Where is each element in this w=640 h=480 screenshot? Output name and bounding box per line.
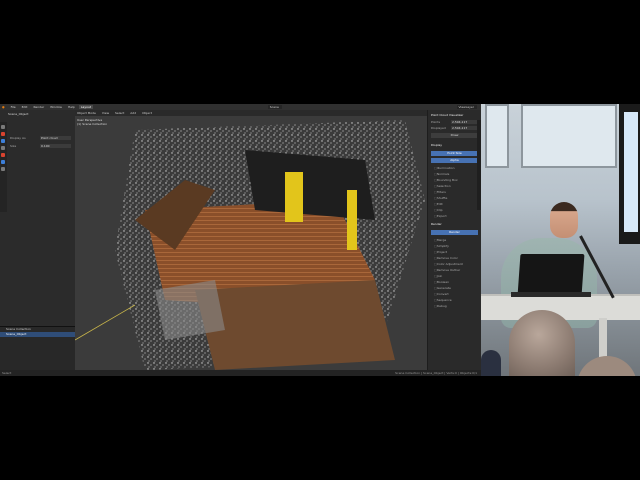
displayed-value: 2,594,117	[451, 126, 478, 130]
3d-viewport[interactable]: Object Mode View Select Add Object User …	[75, 110, 427, 370]
laptop-base	[511, 292, 591, 297]
particles-icon[interactable]	[1, 146, 5, 150]
speaker-camera-feed	[481, 104, 640, 376]
laptop	[517, 254, 585, 296]
render-button[interactable]: Render	[431, 230, 478, 235]
display-as-label: Display As	[10, 136, 26, 140]
speaker-head	[550, 202, 578, 238]
outliner: Scene Collection Scene_Object	[0, 326, 75, 376]
displayed-label: Displayed	[431, 126, 446, 130]
data-icon[interactable]	[1, 167, 5, 171]
display-section-title[interactable]: Display	[428, 140, 481, 149]
mode-selector[interactable]: Object Mode	[75, 111, 96, 115]
size-label: Size	[10, 144, 17, 148]
outliner-item-selected[interactable]: Scene_Object	[0, 332, 75, 337]
debug-checkbox[interactable]: Debug	[428, 303, 481, 309]
menu-object[interactable]: Object	[140, 111, 152, 115]
displayed-row: Displayed 2,594,117	[428, 125, 481, 131]
select-tool-icon[interactable]	[1, 125, 5, 129]
workspace-tab-layout[interactable]: Layout	[78, 105, 94, 109]
physics-icon[interactable]	[1, 153, 5, 157]
object-properties-icon[interactable]	[1, 132, 5, 136]
panel-title: Point Cloud Visualizer	[431, 113, 464, 117]
menu-window[interactable]: Window	[48, 105, 62, 109]
size-field[interactable]: 0.100	[40, 144, 71, 148]
points-label: Points	[431, 120, 441, 124]
viewport-info: User Perspective (1) Scene Collection	[77, 118, 107, 126]
menu-render[interactable]: Render	[31, 105, 44, 109]
projection-screen-glow	[624, 112, 638, 232]
video-frame: ● File Edit Render Window Help Layout Sc…	[0, 0, 640, 480]
draw-button[interactable]: Draw	[431, 133, 478, 138]
viewport-header: Object Mode View Select Add Object	[75, 110, 427, 116]
constraints-icon[interactable]	[1, 160, 5, 164]
menu-view[interactable]: View	[100, 111, 109, 115]
audience-member	[481, 350, 501, 376]
object-name: Scene_Object	[8, 112, 29, 116]
points-value: 2,594,117	[451, 120, 478, 124]
view-layer-selector[interactable]: ViewLayer	[456, 105, 477, 109]
menu-add[interactable]: Add	[128, 111, 136, 115]
render-section-title[interactable]: Render	[428, 219, 481, 228]
window-pane	[485, 104, 509, 168]
blender-window: ● File Edit Render Window Help Layout Sc…	[0, 104, 481, 376]
menu-file[interactable]: File	[9, 105, 16, 109]
point-cloud-render	[75, 110, 427, 370]
properties-panel: Scene_Object Display As Point cloud Size…	[0, 110, 75, 376]
menu-edit[interactable]: Edit	[20, 105, 28, 109]
window-pane	[521, 104, 617, 168]
point-size-button[interactable]: Point Size	[431, 151, 478, 156]
menu-help[interactable]: Help	[66, 105, 75, 109]
menu-select[interactable]: Select	[113, 111, 124, 115]
display-as-field[interactable]: Point cloud	[40, 136, 71, 140]
tool-bar	[0, 122, 7, 212]
sidebar-n-panel: Point Cloud Visualizer Points 2,594,117 …	[428, 110, 481, 370]
modifier-icon[interactable]	[1, 139, 5, 143]
status-bar: Select Scene Collection | Scene_Object |…	[0, 370, 481, 376]
status-left: Select	[2, 371, 12, 375]
blender-logo-icon[interactable]: ●	[0, 105, 5, 109]
status-right: Scene Collection | Scene_Object | Verts:…	[395, 371, 477, 375]
audience-member-head	[509, 310, 575, 376]
alpha-button[interactable]: Alpha	[431, 158, 478, 163]
scene-selector[interactable]: Scene	[267, 105, 282, 109]
collection-label: (1) Scene Collection	[77, 122, 108, 126]
